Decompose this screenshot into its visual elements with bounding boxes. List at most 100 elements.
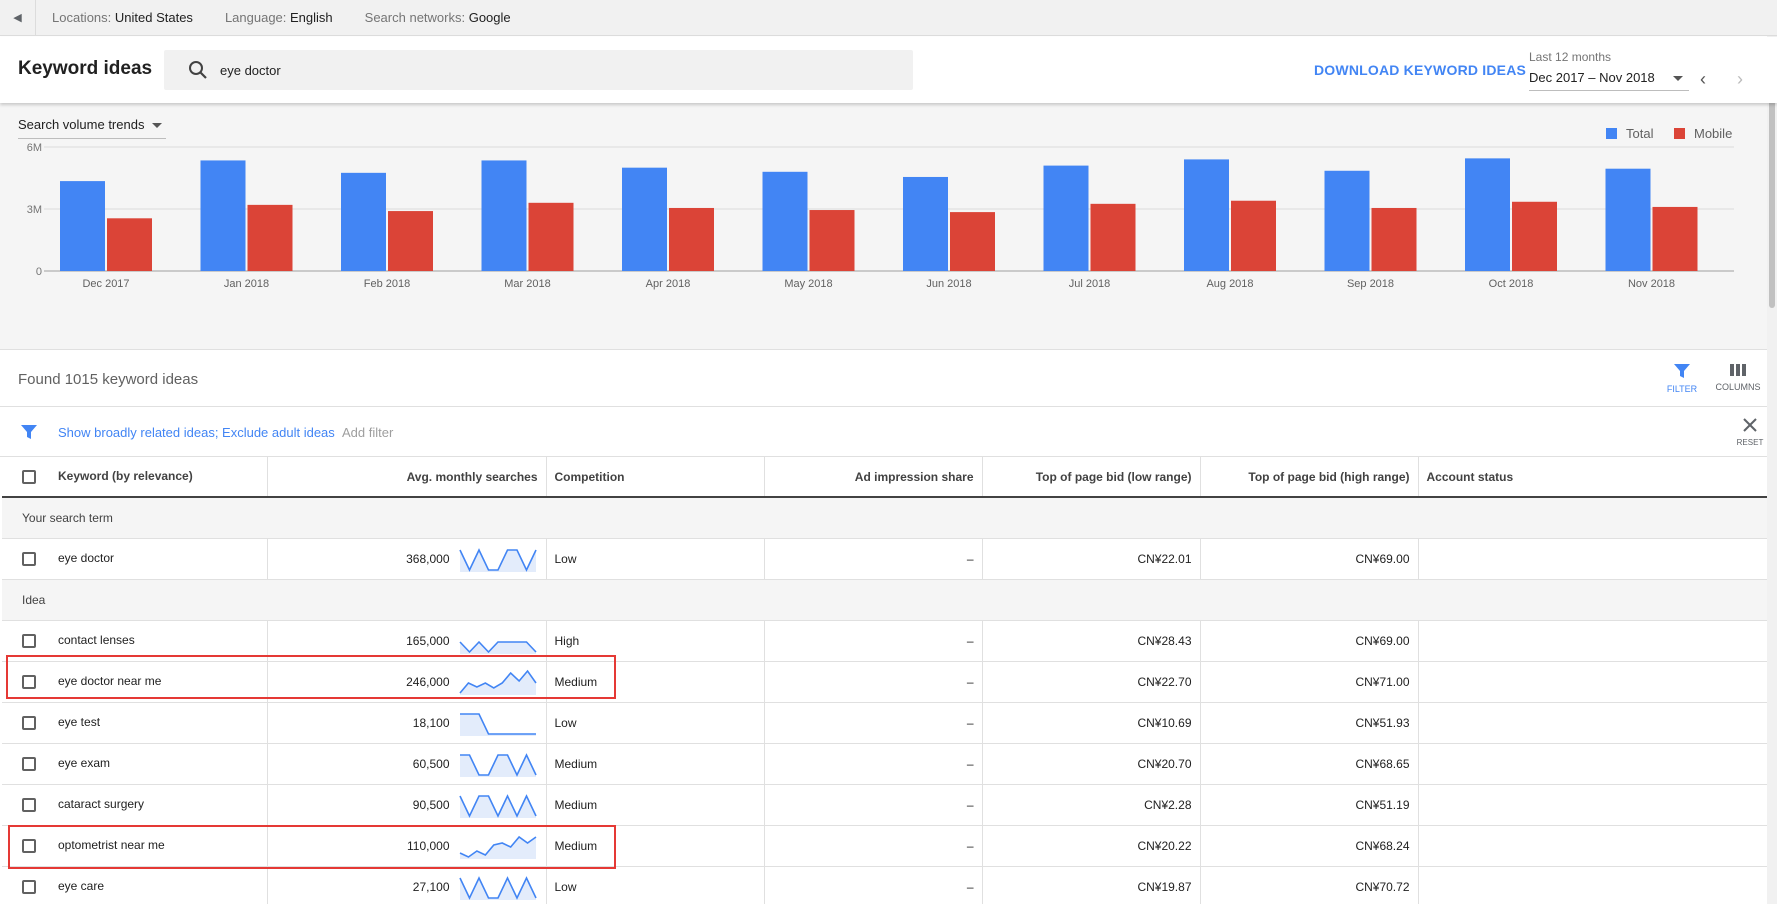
x-tick-label: May 2018	[784, 278, 832, 290]
language-setting[interactable]: Language: English	[225, 10, 333, 25]
competition-cell: Medium	[546, 661, 765, 703]
table-row[interactable]: eye care 27,100 Low – CN¥19.87 CN¥70.72	[2, 866, 1769, 904]
searches-wrap: 60,500	[276, 751, 538, 777]
column-header-keyword[interactable]: Keyword (by relevance)	[2, 457, 268, 498]
table-row[interactable]: cataract surgery 90,500 Medium – CN¥2.28 CN¥5…	[2, 784, 1769, 826]
filter-button-label: FILTER	[1666, 384, 1698, 394]
close-icon	[1743, 418, 1757, 432]
row-checkbox[interactable]	[22, 633, 36, 648]
searches-value: 18,100	[412, 715, 450, 730]
trend-sparkline	[458, 547, 537, 572]
row-checkbox[interactable]	[22, 551, 36, 566]
keyword-text[interactable]: eye doctor near me	[58, 674, 161, 688]
table-row[interactable]: eye doctor near me 246,000 Medium – CN¥22.70…	[2, 661, 1769, 703]
avg-monthly-searches-cell: 90,500	[267, 784, 547, 826]
bid-high-cell: CN¥69.00	[1200, 538, 1419, 580]
back-arrow-icon[interactable]: ◀	[0, 0, 36, 36]
select-all-checkbox[interactable]	[22, 469, 36, 484]
table-row[interactable]: optometrist near me 110,000 Medium – CN¥20.2…	[2, 825, 1769, 867]
competition-cell: Low	[546, 866, 765, 904]
trend-sparkline	[458, 640, 537, 654]
keyword-text[interactable]: contact lenses	[58, 633, 135, 647]
trend-sparkline	[459, 835, 536, 859]
locations-setting[interactable]: Locations: United States	[52, 10, 193, 25]
searches-value: 90,500	[412, 797, 450, 812]
mobile-bar	[388, 211, 433, 271]
search-volume-bar-chart: 0 3M 6M Dec 2017 Jan 2018 Feb 2018 Mar 2018 Apr…	[27, 126, 1734, 290]
column-header-bid-high[interactable]: Top of page bid (high range)	[1200, 457, 1419, 498]
column-header-keyword-label: Keyword (by relevance)	[58, 469, 193, 484]
account-status-cell	[1418, 538, 1769, 580]
row-checkbox[interactable]	[22, 838, 36, 853]
trend-sparkline	[459, 712, 536, 736]
search-volume-chart-panel: 0 3M 6M Dec 2017 Jan 2018 Feb 2018 Mar 2018 Apr…	[0, 103, 1777, 350]
mobile-bar	[247, 204, 293, 271]
bid-low-cell: CN¥20.70	[982, 743, 1201, 785]
reset-label: RESET	[1736, 438, 1764, 447]
column-header-impression-share[interactable]: Ad impression share	[764, 457, 983, 498]
active-filter-chip[interactable]: Show broadly related ideas; Exclude adul…	[58, 425, 335, 440]
impression-share-cell: –	[764, 661, 983, 703]
x-tick-label: Jul 2018	[1069, 278, 1111, 290]
competition-cell: High	[546, 620, 765, 662]
chevron-left-icon[interactable]: ‹	[1700, 69, 1706, 90]
add-filter-link[interactable]: Add filter	[342, 425, 393, 440]
filter-button[interactable]: FILTER	[1656, 362, 1708, 394]
table-row[interactable]: eye doctor 368,000 Low – CN¥22.01 CN¥69.00	[2, 538, 1769, 580]
scrollbar[interactable]	[1767, 36, 1777, 904]
competition-cell: Low	[546, 538, 765, 580]
columns-button[interactable]: COLUMNS	[1712, 362, 1764, 392]
impression-share-cell: –	[764, 702, 983, 744]
row-checkbox[interactable]	[22, 674, 36, 689]
keyword-cell: eye care	[2, 866, 268, 904]
date-range-select[interactable]: Dec 2017 – Nov 2018	[1529, 67, 1689, 91]
competition-cell: Low	[546, 702, 765, 744]
bid-high-cell: CN¥51.19	[1200, 784, 1419, 826]
legend-swatch	[1674, 128, 1685, 139]
x-tick-label: Feb 2018	[364, 278, 410, 290]
total-bar	[200, 160, 246, 271]
searches-value: 368,000	[406, 551, 450, 566]
avg-monthly-searches-cell: 18,100	[267, 702, 547, 744]
column-header-competition[interactable]: Competition	[546, 457, 765, 498]
keyword-search-input[interactable]	[220, 62, 820, 78]
searches-wrap: 110,000	[276, 833, 538, 859]
keyword-text[interactable]: eye care	[58, 879, 104, 893]
keyword-text[interactable]: optometrist near me	[58, 838, 165, 852]
table-row[interactable]: eye test 18,100 Low – CN¥10.69 CN¥51.93	[2, 702, 1769, 744]
y-tick-label: 3M	[27, 204, 42, 216]
row-checkbox[interactable]	[22, 879, 36, 894]
mobile-bar	[950, 212, 995, 271]
chevron-right-icon[interactable]: ›	[1737, 69, 1743, 90]
x-tick-label: Jan 2018	[224, 278, 269, 290]
chart-type-select[interactable]: Search volume trends	[18, 117, 166, 139]
column-header-bid-low[interactable]: Top of page bid (low range)	[982, 457, 1201, 498]
table-row[interactable]: eye exam 60,500 Medium – CN¥20.70 CN¥68.65	[2, 743, 1769, 785]
mobile-bar	[1090, 203, 1136, 271]
filter-bar: Show broadly related ideas; Exclude adul…	[0, 407, 1777, 457]
avg-monthly-searches-cell: 246,000	[267, 661, 547, 703]
bid-high-cell: CN¥69.00	[1200, 620, 1419, 662]
row-checkbox[interactable]	[22, 756, 36, 771]
networks-setting[interactable]: Search networks: Google	[365, 10, 511, 25]
impression-share-cell: –	[764, 538, 983, 580]
keyword-text[interactable]: eye test	[58, 715, 100, 729]
searches-value: 27,100	[412, 879, 450, 894]
keyword-text[interactable]: eye doctor	[58, 551, 114, 565]
total-bar	[1465, 158, 1510, 271]
keyword-text[interactable]: cataract surgery	[58, 797, 144, 811]
keyword-text[interactable]: eye exam	[58, 756, 110, 770]
section-row-search-term: Your search term	[2, 497, 1769, 539]
funnel-icon	[21, 425, 37, 439]
download-keyword-ideas-button[interactable]: DOWNLOAD KEYWORD IDEAS	[1314, 62, 1526, 78]
row-checkbox[interactable]	[22, 715, 36, 730]
reset-filters-button[interactable]: RESET	[1732, 417, 1768, 447]
column-header-searches[interactable]: Avg. monthly searches	[267, 457, 547, 498]
avg-monthly-searches-cell: 165,000	[267, 620, 547, 662]
table-row[interactable]: contact lenses 165,000 High – CN¥28.43 CN¥69.…	[2, 620, 1769, 662]
bid-low-cell: CN¥22.70	[982, 661, 1201, 703]
keyword-search-box[interactable]	[164, 50, 913, 90]
row-checkbox[interactable]	[22, 797, 36, 812]
column-header-account-status[interactable]: Account status	[1418, 457, 1769, 498]
account-status-cell	[1418, 784, 1769, 826]
